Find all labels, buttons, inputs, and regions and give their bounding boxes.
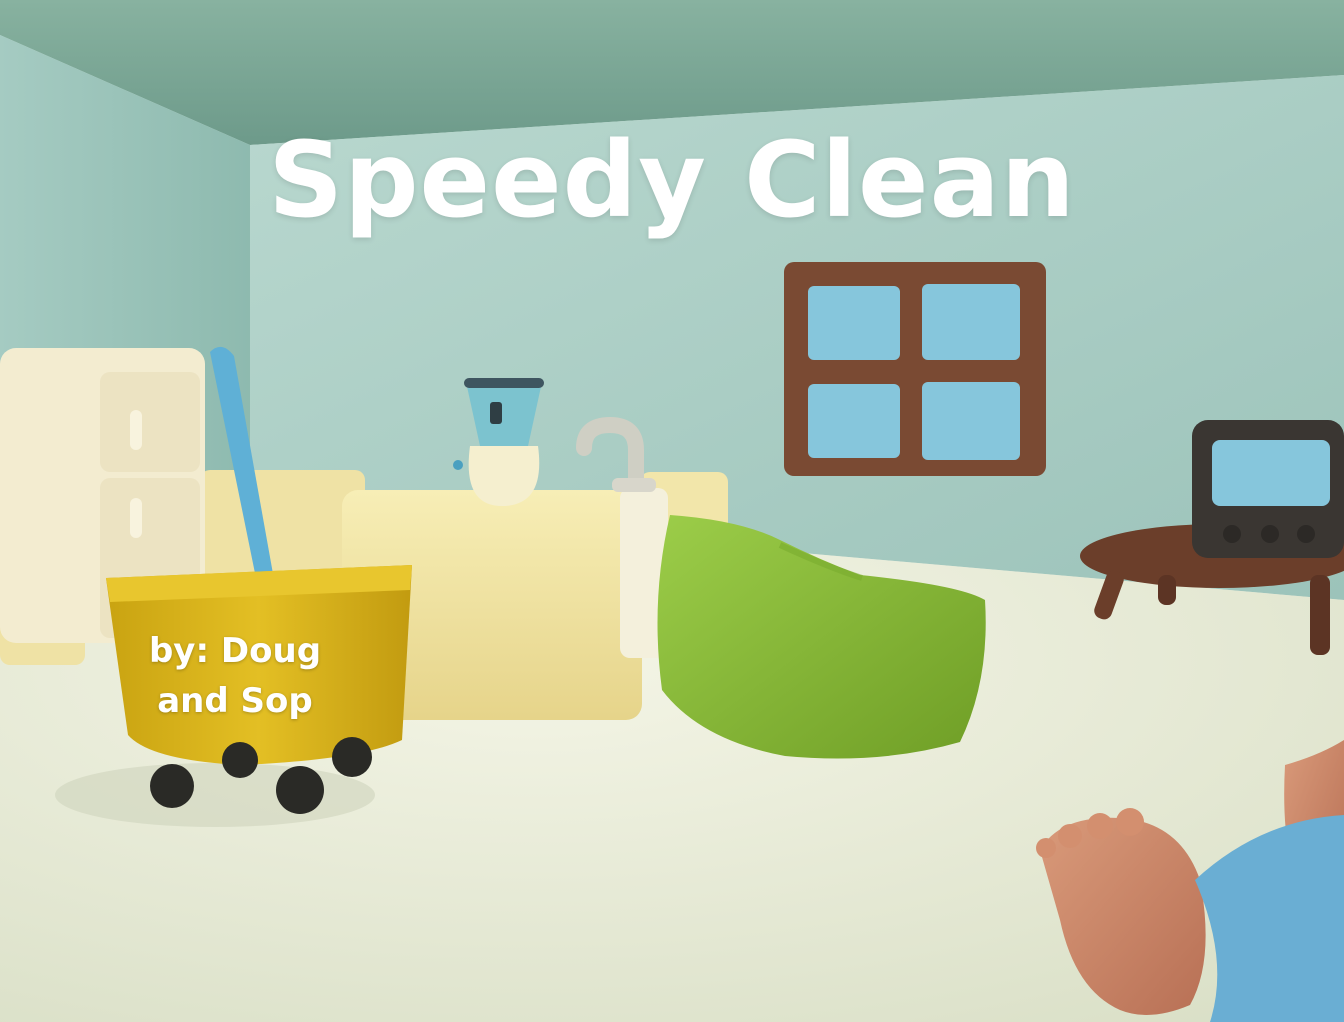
credits-label: by: Doug and Sop (124, 626, 346, 726)
television (1192, 420, 1344, 558)
credits-line-2: and Sop (157, 681, 313, 721)
faucet-base (612, 478, 656, 492)
game-title: Speedy Clean (268, 119, 1076, 241)
credits-line-1: by: Doug (148, 631, 322, 671)
window (784, 262, 1046, 476)
